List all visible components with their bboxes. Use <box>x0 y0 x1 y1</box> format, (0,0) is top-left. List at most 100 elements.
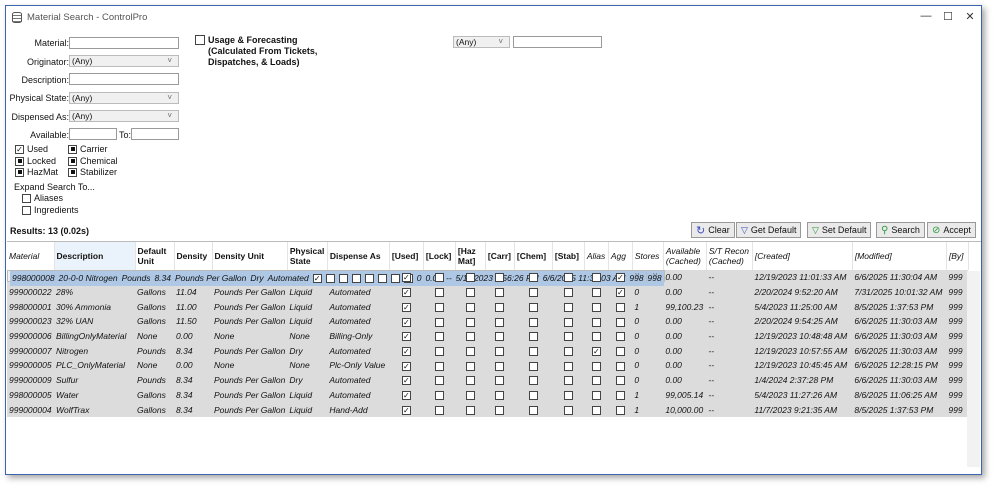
checkbox[interactable] <box>495 362 504 371</box>
originator-select[interactable]: (Any) <box>69 55 179 67</box>
checkbox[interactable] <box>564 332 573 341</box>
checkbox[interactable] <box>495 332 504 341</box>
checkbox-checked[interactable]: ✓ <box>313 274 322 283</box>
checkbox[interactable] <box>435 406 444 415</box>
hazmat-checkbox[interactable]: HazMat <box>15 167 58 177</box>
checkbox[interactable] <box>564 362 573 371</box>
column-header[interactable]: Density <box>174 242 212 270</box>
column-header[interactable]: Dispense As <box>327 242 389 270</box>
checkbox[interactable] <box>564 376 573 385</box>
usage-select[interactable]: (Any) <box>453 36 510 48</box>
checkbox[interactable] <box>592 288 601 297</box>
checkbox[interactable] <box>495 376 504 385</box>
column-header[interactable]: [Used] <box>389 242 423 270</box>
aliases-checkbox[interactable]: Aliases <box>22 193 63 203</box>
checkbox[interactable] <box>495 273 504 282</box>
checkbox[interactable] <box>466 332 475 341</box>
checkbox[interactable] <box>378 274 387 283</box>
checkbox[interactable] <box>339 274 348 283</box>
column-header[interactable]: [Haz Mat] <box>455 242 485 270</box>
checkbox[interactable] <box>564 318 573 327</box>
checkbox[interactable] <box>592 332 601 341</box>
checkbox[interactable] <box>495 391 504 400</box>
checkbox[interactable] <box>616 318 625 327</box>
usage-input[interactable] <box>513 36 602 48</box>
checkbox[interactable] <box>352 274 361 283</box>
checkbox[interactable] <box>529 318 538 327</box>
locked-checkbox[interactable]: Locked <box>15 156 56 166</box>
checkbox-indeterminate[interactable] <box>15 168 24 177</box>
checkbox[interactable] <box>435 332 444 341</box>
checkbox[interactable] <box>22 206 31 215</box>
available-to-input[interactable] <box>131 128 179 140</box>
checkbox-checked[interactable]: ✓ <box>402 318 411 327</box>
accept-button[interactable]: ⊘Accept <box>927 222 976 238</box>
checkbox[interactable] <box>564 288 573 297</box>
checkbox[interactable] <box>435 347 444 356</box>
checkbox-checked[interactable]: ✓ <box>616 288 625 297</box>
table-row[interactable]: 99900002228%Gallons11.04Pounds Per Gallo… <box>7 285 968 300</box>
checkbox[interactable] <box>529 273 538 282</box>
checkbox[interactable] <box>592 406 601 415</box>
checkbox[interactable] <box>592 391 601 400</box>
checkbox[interactable] <box>495 303 504 312</box>
checkbox[interactable] <box>529 391 538 400</box>
checkbox-indeterminate[interactable] <box>68 157 77 166</box>
carrier-checkbox[interactable]: Carrier <box>68 144 108 154</box>
table-row[interactable]: 99800000820-0-0 NitrogenPounds8.34Pounds… <box>7 270 647 282</box>
column-header[interactable]: Agg <box>608 242 632 270</box>
checkbox-indeterminate[interactable] <box>15 157 24 166</box>
search-button[interactable]: ⚲Search <box>876 222 925 238</box>
checkbox[interactable] <box>592 273 601 282</box>
checkbox[interactable] <box>616 347 625 356</box>
description-input[interactable] <box>69 73 179 85</box>
checkbox[interactable] <box>616 303 625 312</box>
checkbox[interactable] <box>616 332 625 341</box>
checkbox-indeterminate[interactable] <box>68 145 77 154</box>
physical-state-select[interactable]: (Any) <box>69 92 179 104</box>
ingredients-checkbox[interactable]: Ingredients <box>22 205 79 215</box>
table-row[interactable]: 999000007NitrogenPounds8.34Pounds Per Ga… <box>7 343 968 358</box>
table-row[interactable]: 999000004WolfTraxGallons8.34Pounds Per G… <box>7 402 968 417</box>
checkbox[interactable] <box>564 391 573 400</box>
checkbox-checked[interactable]: ✓ <box>402 288 411 297</box>
checkbox[interactable] <box>466 362 475 371</box>
table-row[interactable]: 999000006BillingOnlyMaterialNone0.00None… <box>7 329 968 344</box>
clear-button[interactable]: ↻Clear <box>691 222 735 238</box>
table-row[interactable]: 999000005PLC_OnlyMaterialNone0.00NoneNon… <box>7 358 968 373</box>
checkbox[interactable] <box>529 347 538 356</box>
get-default-button[interactable]: ▽Get Default <box>736 222 801 238</box>
column-header[interactable]: Alias <box>584 242 608 270</box>
checkbox[interactable] <box>435 391 444 400</box>
column-header[interactable]: [Lock] <box>423 242 455 270</box>
checkbox[interactable] <box>529 406 538 415</box>
checkbox-checked[interactable]: ✓ <box>402 303 411 312</box>
checkbox-checked[interactable]: ✓ <box>402 376 411 385</box>
checkbox-checked[interactable]: ✓ <box>15 145 24 154</box>
checkbox-indeterminate[interactable] <box>68 168 77 177</box>
stabilizer-checkbox[interactable]: Stabilizer <box>68 167 117 177</box>
checkbox[interactable] <box>466 376 475 385</box>
checkbox[interactable] <box>564 406 573 415</box>
column-header[interactable]: Material <box>7 242 54 270</box>
checkbox-checked[interactable]: ✓ <box>402 332 411 341</box>
checkbox-checked[interactable]: ✓ <box>592 347 601 356</box>
column-header[interactable]: [Carr] <box>485 242 514 270</box>
material-input[interactable] <box>69 37 179 49</box>
checkbox[interactable] <box>592 376 601 385</box>
checkbox[interactable] <box>466 288 475 297</box>
checkbox[interactable] <box>435 288 444 297</box>
checkbox[interactable] <box>466 406 475 415</box>
checkbox[interactable] <box>529 303 538 312</box>
checkbox[interactable] <box>466 318 475 327</box>
checkbox-checked[interactable]: ✓ <box>402 273 411 282</box>
close-button[interactable]: ✕ <box>963 10 977 23</box>
checkbox[interactable] <box>616 362 625 371</box>
checkbox[interactable] <box>564 273 573 282</box>
table-row[interactable]: 99800000130% AmmoniaGallons11.00Pounds P… <box>7 299 968 314</box>
checkbox[interactable] <box>466 347 475 356</box>
chemical-checkbox[interactable]: Chemical <box>68 156 118 166</box>
table-row[interactable]: 998000005WaterGallons8.34Pounds Per Gall… <box>7 388 968 403</box>
checkbox[interactable] <box>466 273 475 282</box>
checkbox[interactable] <box>195 35 205 45</box>
